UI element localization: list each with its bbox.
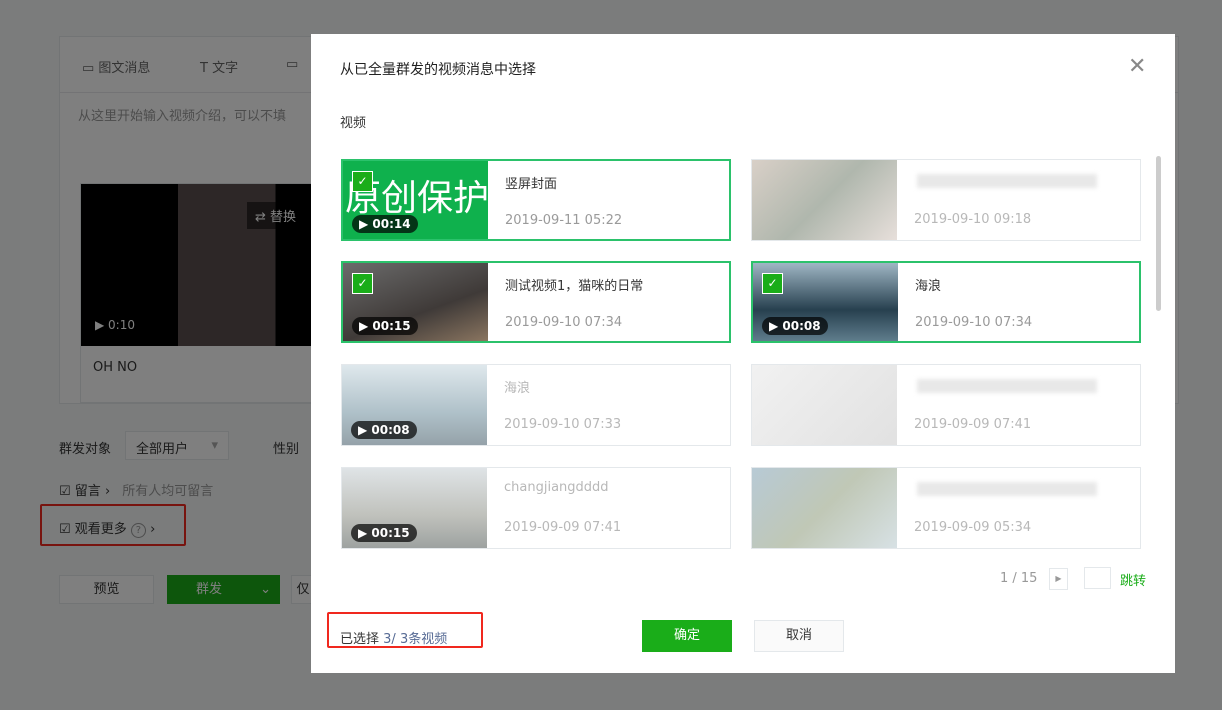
page-jump-input[interactable] (1084, 567, 1111, 589)
video-date: 2019-09-10 07:34 (505, 315, 623, 330)
video-item[interactable]: ▶ 00:08 ✓ 海浪 2019-09-10 07:34 (751, 261, 1141, 343)
scrollbar[interactable] (1156, 156, 1161, 311)
page-indicator: 1 / 15 (1000, 571, 1038, 586)
close-icon[interactable]: ✕ (1128, 54, 1146, 79)
video-title: 测试视频1，猫咪的日常 (505, 279, 644, 294)
video-thumbnail (752, 160, 897, 240)
video-item[interactable]: 2019-09-10 09:18 (751, 159, 1141, 241)
dialog-title: 从已全量群发的视频消息中选择 (340, 62, 536, 78)
video-duration: ▶ 00:15 (351, 524, 417, 542)
video-title: changjiangdddd (504, 480, 609, 495)
blurred-title (917, 174, 1097, 188)
video-date: 2019-09-10 09:18 (914, 212, 1032, 227)
confirm-button[interactable]: 确定 (642, 620, 732, 652)
video-date: 2019-09-10 07:33 (504, 417, 622, 432)
video-title: 海浪 (915, 279, 942, 294)
section-label: 视频 (340, 116, 367, 131)
checkbox-checked-icon[interactable]: ✓ (762, 273, 783, 294)
video-item[interactable]: ▶ 00:15 changjiangdddd 2019-09-09 07:41 (341, 467, 731, 549)
blurred-title (917, 482, 1097, 496)
next-page-button[interactable]: ▶ (1049, 568, 1068, 590)
video-item[interactable]: 2019-09-09 05:34 (751, 467, 1141, 549)
video-duration: ▶ 00:14 (352, 215, 418, 233)
video-date: 2019-09-09 07:41 (914, 417, 1032, 432)
video-date: 2019-09-09 05:34 (914, 520, 1032, 535)
video-date: 2019-09-11 05:22 (505, 213, 623, 228)
video-thumbnail (752, 468, 897, 548)
video-item[interactable]: 2019-09-09 07:41 (751, 364, 1141, 446)
blurred-title (917, 379, 1097, 393)
video-thumbnail (752, 365, 897, 445)
highlight-box (327, 612, 483, 648)
select-video-dialog: 从已全量群发的视频消息中选择 ✕ 视频 原创保护 ▶ 00:14 ✓ 竖屏封面 2019… (311, 34, 1175, 673)
jump-link[interactable]: 跳转 (1120, 570, 1146, 589)
video-title: 海浪 (504, 381, 531, 396)
video-date: 2019-09-09 07:41 (504, 520, 622, 535)
video-duration: ▶ 00:08 (351, 421, 417, 439)
cancel-button[interactable]: 取消 (754, 620, 844, 652)
checkbox-checked-icon[interactable]: ✓ (352, 273, 373, 294)
checkbox-checked-icon[interactable]: ✓ (352, 171, 373, 192)
video-date: 2019-09-10 07:34 (915, 315, 1033, 330)
video-item[interactable]: 原创保护 ▶ 00:14 ✓ 竖屏封面 2019-09-11 05:22 (341, 159, 731, 241)
video-duration: ▶ 00:15 (352, 317, 418, 335)
video-title: 竖屏封面 (505, 177, 558, 192)
video-duration: ▶ 00:08 (762, 317, 828, 335)
video-item[interactable]: ▶ 00:08 海浪 2019-09-10 07:33 (341, 364, 731, 446)
video-item[interactable]: ▶ 00:15 ✓ 测试视频1，猫咪的日常 2019-09-10 07:34 (341, 261, 731, 343)
